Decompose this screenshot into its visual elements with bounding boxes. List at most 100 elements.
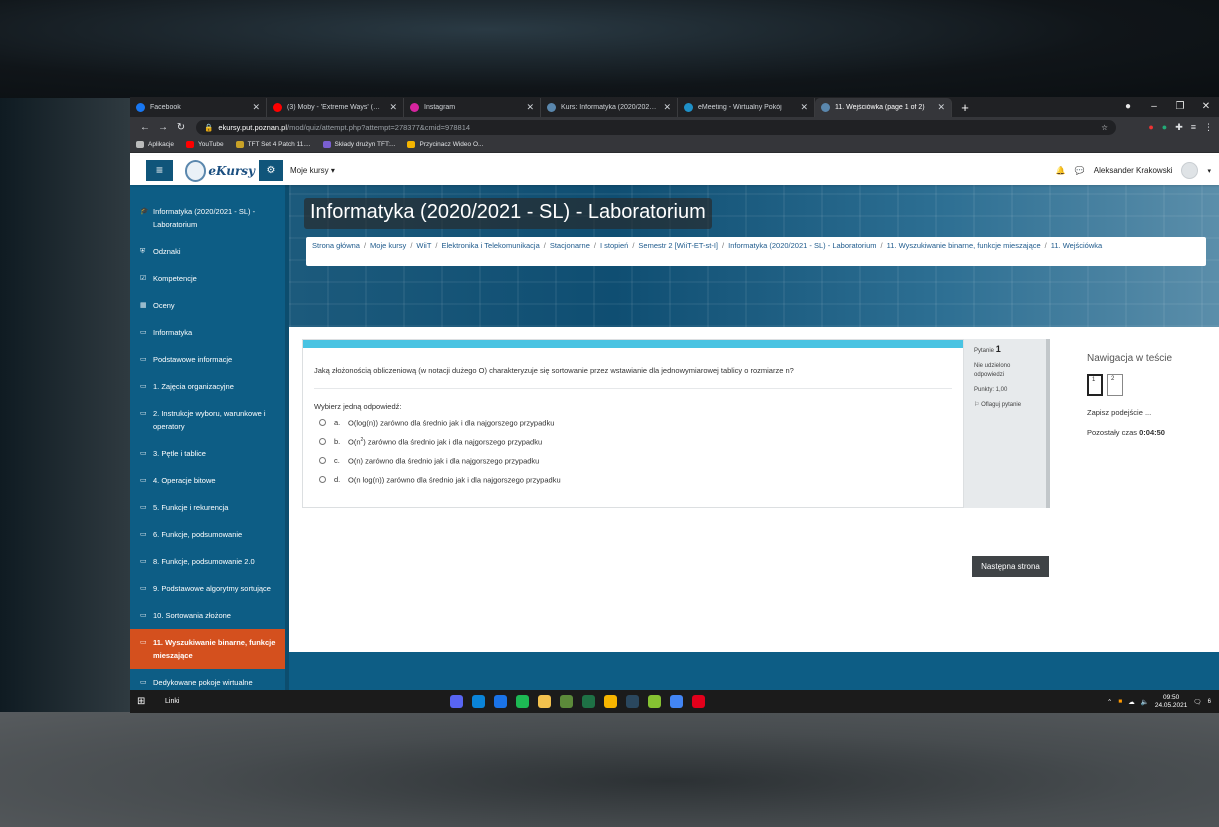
profile-icon[interactable]: ● (1115, 97, 1141, 117)
chat-icon[interactable]: 💬 (1075, 166, 1085, 175)
sidebar-item[interactable]: ▭ 10. Sortowania złożone (130, 602, 285, 629)
radio-button[interactable] (319, 419, 326, 426)
taskbar-app-icon[interactable] (670, 695, 683, 708)
browser-tab[interactable]: Facebook ✕ (130, 98, 267, 117)
bookmark-item[interactable]: Składy drużyn TFT:... (322, 141, 395, 148)
minimize-button[interactable]: – (1141, 97, 1167, 117)
settings-button[interactable]: ⚙ (259, 160, 283, 181)
taskbar-app-icon[interactable] (604, 695, 617, 708)
close-tab-icon[interactable]: ✕ (800, 102, 808, 113)
browser-tab[interactable]: (3) Moby - 'Extreme Ways' (Offici ✕ (267, 98, 404, 117)
maximize-button[interactable]: ❐ (1167, 97, 1193, 117)
bookmark-item[interactable]: Aplikacje (136, 141, 174, 148)
user-name[interactable]: Aleksander Krakowski (1094, 166, 1173, 175)
breadcrumb-link[interactable]: Informatyka (2020/2021 - SL) - Laborator… (728, 241, 876, 250)
sidebar-item[interactable]: ☑ Kompetencje (130, 265, 285, 292)
sidebar-item[interactable]: ▭ 5. Funkcje i rekurencja (130, 494, 285, 521)
quiz-nav-button[interactable]: 1 (1087, 374, 1103, 396)
sidebar-item[interactable]: ▭ 3. Pętle i tablice (130, 440, 285, 467)
sidebar-item[interactable]: ▭ 2. Instrukcje wyboru, warunkowe i opera… (130, 400, 285, 440)
menu-icon[interactable]: ⋮ (1204, 122, 1213, 133)
browser-tab[interactable]: Kurs: Informatyka (2020/2021 - S ✕ (541, 98, 678, 117)
taskbar-app-icon[interactable] (692, 695, 705, 708)
cloud-icon[interactable]: ☁ (1128, 698, 1135, 706)
answer-option[interactable]: a. O(log(n)) zarówno dla średnio jak i dl… (303, 413, 963, 432)
sidebar-item[interactable]: ▭ 1. Zajęcia organizacyjne (130, 373, 285, 400)
breadcrumb-link[interactable]: 11. Wyszukiwanie binarne, funkcje miesza… (887, 241, 1041, 250)
close-tab-icon[interactable]: ✕ (937, 102, 945, 113)
breadcrumb-link[interactable]: 11. Wejściówka (1051, 241, 1102, 250)
flag-question-link[interactable]: ⚐ Oflaguj pytanie (974, 401, 1036, 410)
breadcrumb-link[interactable]: WiiT (416, 241, 431, 250)
breadcrumb-link[interactable]: Semestr 2 [WiiT-ET-st-I] (638, 241, 718, 250)
next-page-button[interactable]: Następna strona (972, 556, 1049, 577)
notification-icon[interactable]: 🗨 (1193, 698, 1201, 706)
avatar[interactable] (1181, 162, 1199, 179)
speaker-icon[interactable]: 🔈 (1141, 698, 1149, 706)
taskbar-app-icon[interactable] (626, 695, 639, 708)
taskbar-app-icon[interactable] (450, 695, 463, 708)
taskbar-app-icon[interactable] (494, 695, 507, 708)
close-tab-icon[interactable]: ✕ (526, 102, 534, 113)
windows-start-icon[interactable]: ⊞ (137, 696, 151, 707)
hamburger-button[interactable]: ≡ (146, 160, 173, 181)
new-tab-button[interactable]: + (956, 99, 974, 117)
breadcrumb-link[interactable]: Elektronika i Telekomunikacja (442, 241, 540, 250)
clock[interactable]: 09:50 24.05.2021 (1155, 694, 1188, 710)
sidebar-item[interactable]: ▭ Dedykowane pokoje wirtualne (130, 669, 285, 690)
forward-icon[interactable]: → (154, 122, 172, 133)
site-logo[interactable]: eKursy (185, 159, 255, 183)
my-courses-menu[interactable]: Moje kursy ▾ (290, 166, 335, 175)
taskbar-app-icon[interactable] (582, 695, 595, 708)
taskbar-links[interactable]: Linki (165, 698, 179, 705)
sidebar-item[interactable]: ▭ Podstawowe informacje (130, 346, 285, 373)
taskbar-app-icon[interactable] (560, 695, 573, 708)
browser-tab[interactable]: Instagram ✕ (404, 98, 541, 117)
star-icon[interactable]: ☆ (1101, 123, 1108, 132)
radio-button[interactable] (319, 438, 326, 445)
browser-tab[interactable]: eMeeting - Wirtualny Pokój ✕ (678, 98, 815, 117)
sidebar-item[interactable]: 🎓 Informatyka (2020/2021 - SL) - Laborato… (130, 185, 285, 238)
bookmark-item[interactable]: YouTube (186, 141, 224, 148)
taskbar-app-icon[interactable] (516, 695, 529, 708)
sidebar-item[interactable]: ▭ 11. Wyszukiwanie binarne, funkcje miesz… (130, 629, 285, 669)
sidebar-item[interactable]: ▭ 9. Podstawowe algorytmy sortujące (130, 575, 285, 602)
answer-option[interactable]: d. O(n log(n)) zarówno dla średnio jak i … (303, 470, 963, 489)
sidebar-item[interactable]: ⛨ Odznaki (130, 238, 285, 265)
sidebar-item[interactable]: ▭ 6. Funkcje, podsumowanie (130, 521, 285, 548)
answer-option[interactable]: c. O(n) zarówno dla średnio jak i dla naj… (303, 451, 963, 470)
extension-icon[interactable]: ● (1162, 122, 1167, 133)
save-attempt-link[interactable]: Zapisz podejście ... (1087, 408, 1207, 417)
tray-icon[interactable]: ■ (1118, 698, 1122, 705)
browser-tab[interactable]: 11. Wejściówka (page 1 of 2) ✕ (815, 98, 952, 117)
taskbar-app-icon[interactable] (538, 695, 551, 708)
breadcrumb-link[interactable]: I stopień (600, 241, 628, 250)
radio-button[interactable] (319, 457, 326, 464)
sidebar-item[interactable]: ▦ Oceny (130, 292, 285, 319)
breadcrumb-link[interactable]: Strona główna (312, 241, 360, 250)
bookmark-item[interactable]: TFT Set 4 Patch 11.... (235, 141, 311, 148)
sidebar-item[interactable]: ▭ 4. Operacje bitowe (130, 467, 285, 494)
breadcrumb-link[interactable]: Stacjonarne (550, 241, 590, 250)
playlist-icon[interactable]: ≡ (1191, 122, 1196, 133)
bookmark-item[interactable]: Przycinacz Wideo O... (407, 141, 483, 148)
close-tab-icon[interactable]: ✕ (252, 102, 260, 113)
sidebar-item[interactable]: ▭ 8. Funkcje, podsumowanie 2.0 (130, 548, 285, 575)
breadcrumb-link[interactable]: Moje kursy (370, 241, 406, 250)
puzzle-icon[interactable]: ✚ (1175, 122, 1183, 133)
close-tab-icon[interactable]: ✕ (389, 102, 397, 113)
extension-icon[interactable]: ● (1148, 122, 1153, 133)
address-bar[interactable]: 🔒 ekursy.put.poznan.pl /mod/quiz/attempt… (196, 119, 1116, 135)
chevron-up-icon[interactable]: ⌃ (1107, 698, 1112, 706)
close-window-button[interactable]: ✕ (1193, 97, 1219, 117)
close-tab-icon[interactable]: ✕ (663, 102, 671, 113)
back-icon[interactable]: ← (136, 122, 154, 133)
answer-option[interactable]: b. O(n2) zarówno dla średnio jak i dla na… (303, 432, 963, 451)
radio-button[interactable] (319, 476, 326, 483)
sidebar-item[interactable]: ▭ Informatyka (130, 319, 285, 346)
chevron-down-icon[interactable]: ▾ (1207, 167, 1211, 175)
taskbar-app-icon[interactable] (472, 695, 485, 708)
quiz-nav-button[interactable]: 2 (1107, 374, 1123, 396)
reload-icon[interactable]: ↻ (172, 122, 190, 133)
taskbar-app-icon[interactable] (648, 695, 661, 708)
